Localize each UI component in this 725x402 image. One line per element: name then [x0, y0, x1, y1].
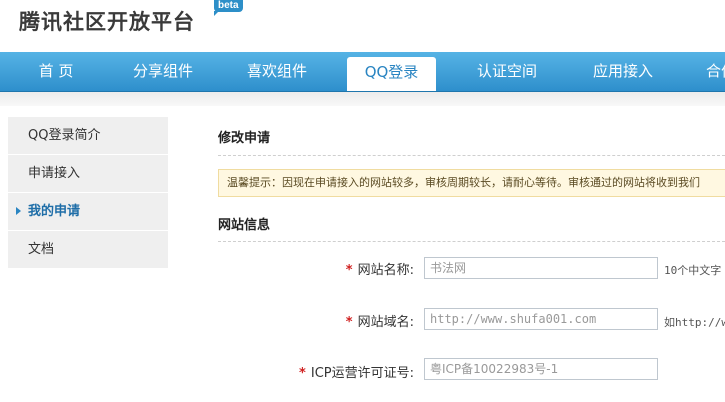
sidebar-item-label: 申请接入: [28, 166, 81, 181]
site-domain-hint: 如http://w: [664, 316, 725, 329]
sidebar-item-label: QQ登录简介: [28, 128, 101, 143]
site-domain-input[interactable]: http://www.shufa001.com: [424, 308, 658, 330]
sidebar-item-my-applications[interactable]: 我的申请: [8, 193, 168, 231]
section-title: 网站信息: [218, 218, 271, 233]
sidebar: QQ登录简介 申请接入 我的申请 文档: [8, 117, 168, 269]
field-label-site-name: * 网站名称:: [346, 259, 414, 278]
required-mark: *: [345, 263, 353, 278]
sidebar-item-qq-login-intro[interactable]: QQ登录简介: [8, 117, 168, 155]
nav-item-like[interactable]: 喜欢组件: [234, 52, 320, 91]
main-nav: 首 页 分享组件 喜欢组件 QQ登录 认证空间 应用接入 合作: [0, 52, 725, 92]
sidebar-item-label: 我的申请: [28, 204, 81, 219]
sidebar-item-docs[interactable]: 文档: [8, 231, 168, 269]
icp-license-input[interactable]: 粤ICP备10022983号-1: [424, 358, 658, 380]
site-name-input[interactable]: 书法网: [424, 257, 658, 279]
nav-subbar: [0, 92, 725, 106]
label-text: 网站域名:: [357, 315, 414, 330]
divider: [218, 155, 725, 156]
notice-banner: 温馨提示：因现在申请接入的网站较多，审核周期较长，请耐心等待。审核通过的网站将收…: [218, 169, 725, 197]
nav-item-partner[interactable]: 合作: [694, 52, 725, 91]
label-text: ICP运营许可证号:: [310, 366, 414, 381]
required-mark: *: [345, 315, 353, 330]
field-label-icp-license: * ICP运营许可证号:: [299, 362, 414, 381]
sidebar-item-apply[interactable]: 申请接入: [8, 155, 168, 193]
field-label-site-domain: * 网站域名:: [346, 311, 414, 330]
label-text: 网站名称:: [357, 263, 414, 278]
brand-title: 腾讯社区开放平台: [19, 10, 195, 34]
caret-right-icon: [16, 207, 21, 215]
beta-badge-tail: [214, 11, 219, 16]
nav-item-qq-login[interactable]: QQ登录: [347, 57, 436, 91]
sidebar-item-label: 文档: [28, 242, 55, 257]
nav-item-home[interactable]: 首 页: [20, 52, 92, 91]
required-mark: *: [299, 366, 306, 381]
nav-item-app-access[interactable]: 应用接入: [580, 52, 666, 91]
nav-item-share[interactable]: 分享组件: [120, 52, 206, 91]
nav-item-auth-space[interactable]: 认证空间: [464, 52, 550, 91]
divider: [218, 241, 725, 242]
site-name-hint: 10个中文字: [664, 264, 722, 277]
page-title: 修改申请: [218, 131, 271, 146]
